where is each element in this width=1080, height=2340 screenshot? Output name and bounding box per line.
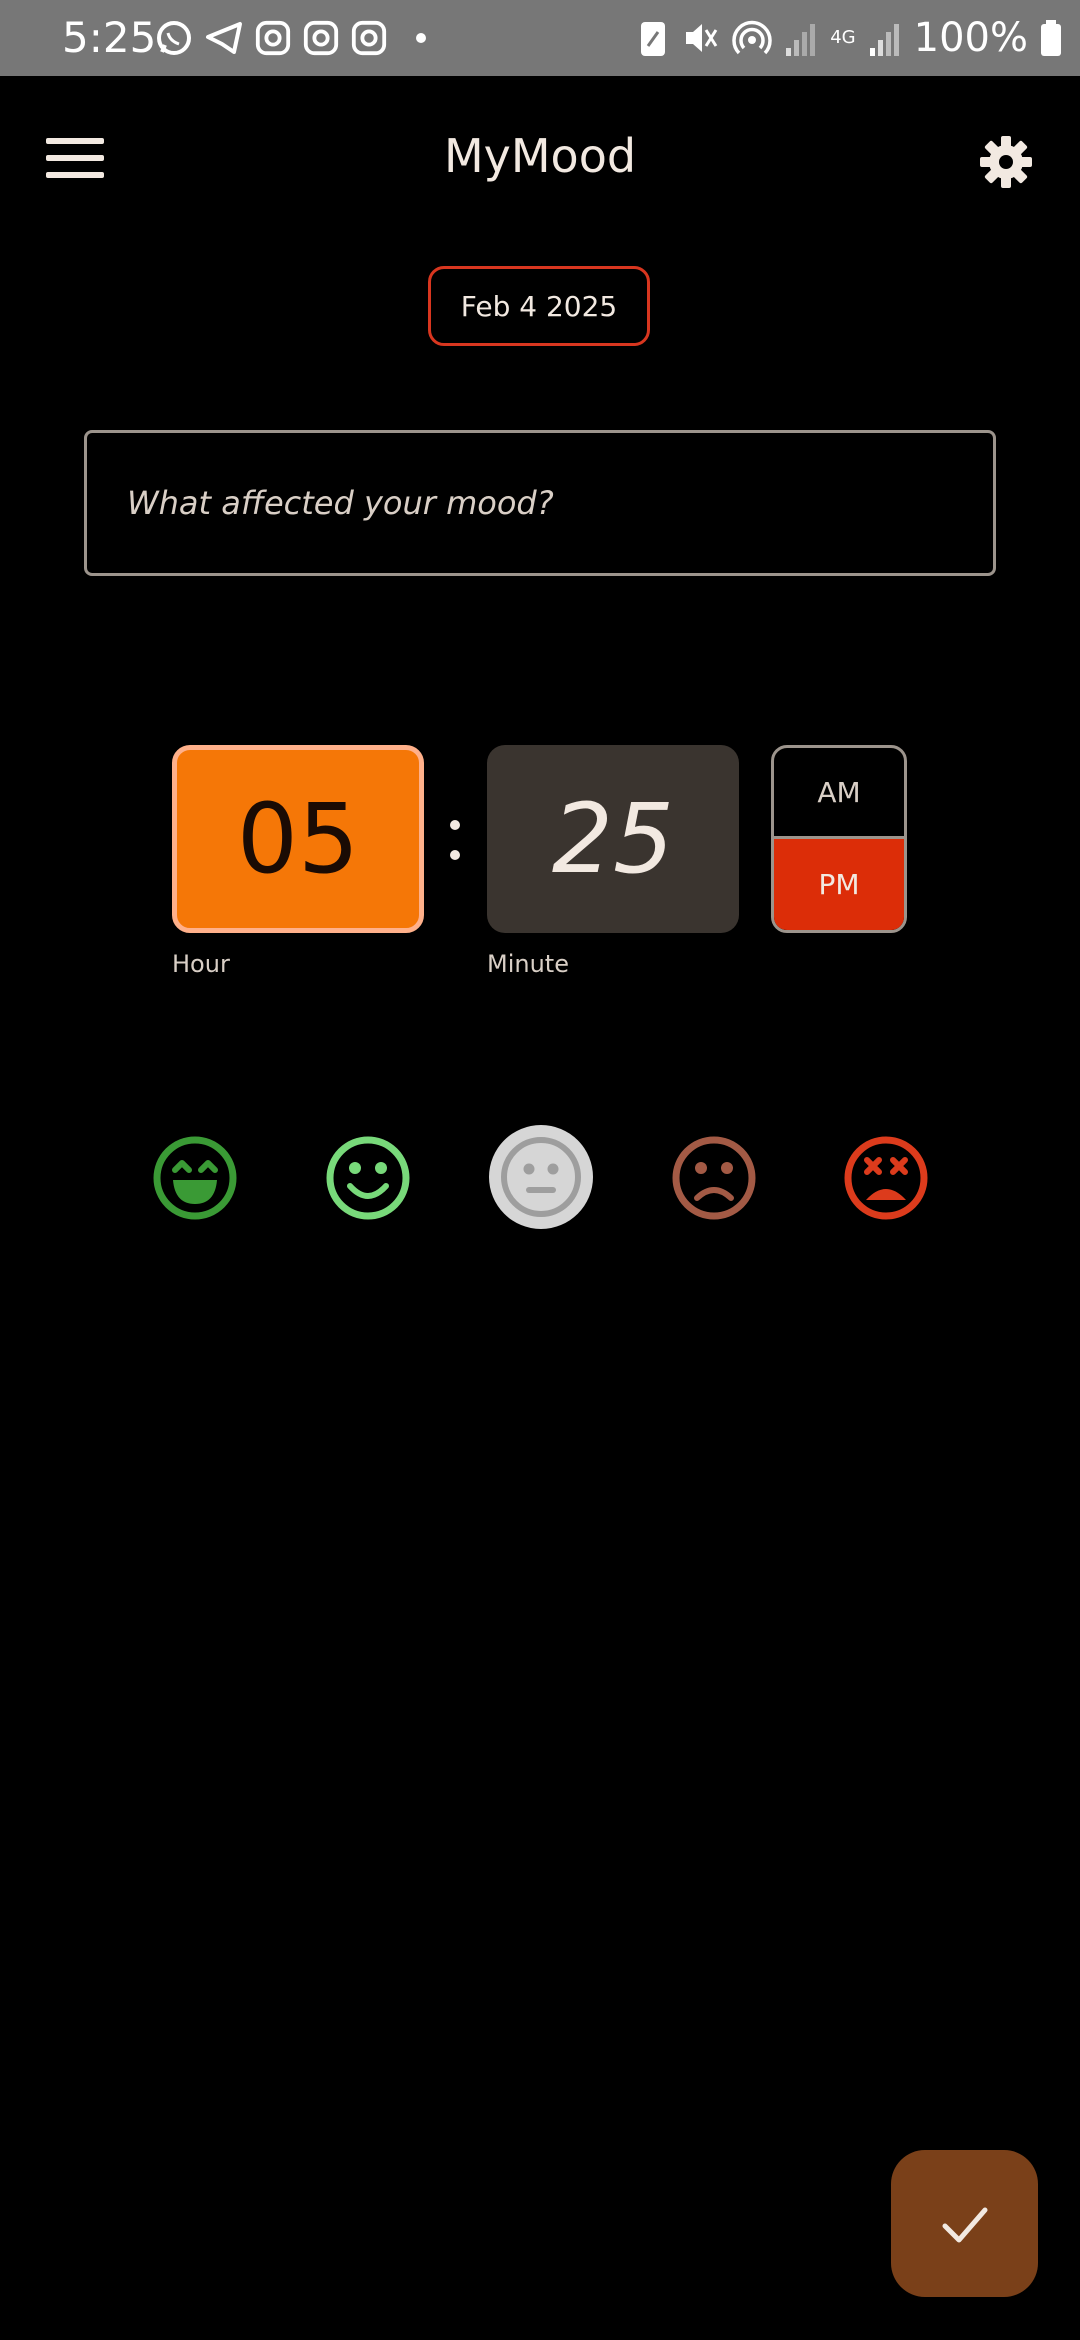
mute-icon: [686, 24, 718, 52]
pm-option[interactable]: PM: [774, 839, 904, 930]
signal-icon: [869, 24, 899, 56]
network-type-label: 4G: [830, 27, 856, 48]
dizzy-face-icon: [844, 1136, 928, 1220]
grinning-face-icon: [153, 1136, 237, 1220]
more-notifications-dot: [416, 33, 426, 43]
status-bar: 5:25 4G 100%: [0, 0, 1080, 76]
mood-sad-button[interactable]: [664, 1128, 764, 1228]
hour-label: Hour: [172, 950, 230, 978]
save-mood-button[interactable]: [891, 2150, 1038, 2297]
battery-saver-icon: [641, 22, 666, 56]
system-icons: 4G 100%: [638, 14, 1062, 62]
instagram-icon: [351, 20, 387, 56]
signal-icon: [786, 24, 816, 56]
time-separator: [440, 790, 470, 890]
instagram-icon: [303, 20, 339, 56]
app-title: MyMood: [443, 129, 637, 183]
mood-neutral-button[interactable]: [488, 1124, 594, 1230]
hour-field[interactable]: 05: [172, 745, 424, 933]
telegram-icon: [206, 22, 242, 54]
battery-icon: [1041, 20, 1061, 56]
mood-very-happy-button[interactable]: [145, 1128, 245, 1228]
am-option[interactable]: AM: [774, 748, 904, 839]
hotspot-icon: [732, 20, 772, 55]
battery-percent: 100%: [913, 15, 1028, 61]
date-picker-button[interactable]: Feb 4 2025: [428, 266, 650, 346]
checkmark-icon: [942, 2207, 987, 2242]
settings-button[interactable]: [978, 134, 1034, 190]
notification-icons: [154, 16, 426, 60]
neutral-face-icon: [489, 1125, 593, 1229]
frowning-face-icon: [672, 1136, 756, 1220]
status-time: 5:25: [62, 13, 157, 62]
smiling-face-icon: [326, 1136, 410, 1220]
instagram-icon: [255, 20, 291, 56]
whatsapp-icon: [157, 21, 191, 55]
mood-reason-field[interactable]: [84, 430, 996, 576]
gear-icon: [980, 136, 1032, 188]
am-pm-toggle: AM PM: [771, 745, 907, 933]
mood-reason-input[interactable]: [87, 433, 993, 573]
minute-label: Minute: [487, 950, 569, 978]
mood-happy-button[interactable]: [318, 1128, 418, 1228]
minute-field[interactable]: 25: [487, 745, 739, 933]
mood-very-sad-button[interactable]: [836, 1128, 936, 1228]
